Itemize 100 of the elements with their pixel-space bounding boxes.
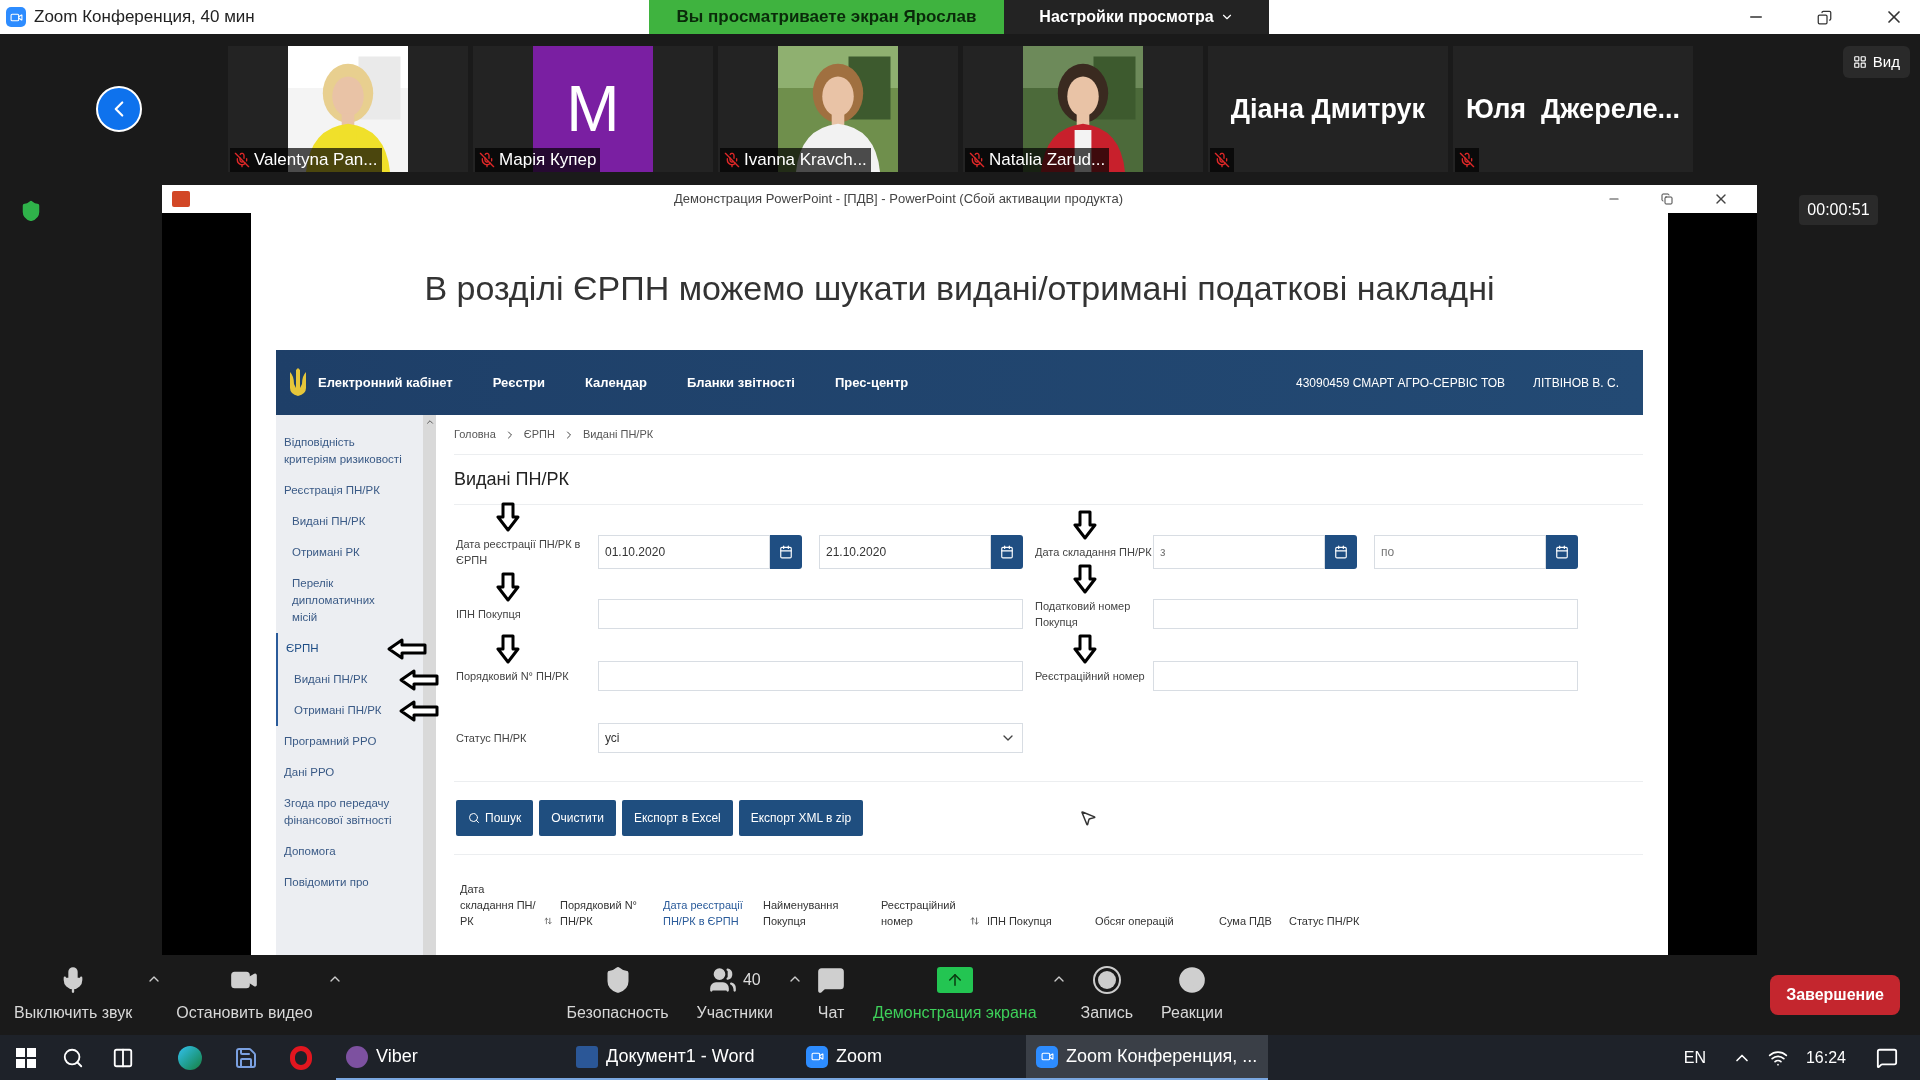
sidebar-item[interactable]: Згода про передачу фінансової звітності (284, 795, 403, 829)
sidebar-item[interactable]: Реєстрація ПН/РК (284, 482, 380, 499)
clock[interactable]: 16:24 (1805, 1045, 1846, 1070)
portal-brand[interactable]: Електронний кабінет (318, 372, 453, 393)
breadcrumb-link[interactable]: Головна (454, 426, 496, 443)
sidebar-item[interactable]: Отримані РК (292, 544, 360, 561)
field-label: ІПН Покупця (456, 607, 521, 622)
text-field[interactable] (598, 661, 1023, 691)
video-camera-icon (1036, 1045, 1058, 1068)
scrollbar[interactable] (423, 415, 436, 955)
participant-name: Ivanna Kravch... (744, 149, 867, 172)
nav-link[interactable]: Реєстри (492, 372, 545, 393)
action-button[interactable]: Пошук (456, 800, 534, 836)
column-header[interactable]: Статус ПН/РК (1289, 913, 1360, 929)
participant-name: Діана Дмитрук (1230, 92, 1426, 126)
nav-link[interactable]: Календар (585, 372, 647, 393)
toolbar-button[interactable]: Чат (803, 965, 860, 1025)
sidebar-item[interactable]: Видані ПН/РК (292, 513, 366, 530)
toolbar-button[interactable]: 40 Участники (682, 965, 788, 1025)
view-button[interactable]: Вид (1842, 46, 1910, 78)
windows-logo-icon[interactable] (16, 1047, 36, 1068)
toolbar-button[interactable]: Реакции (1147, 965, 1237, 1025)
toolbar-button[interactable]: Выключить звук (0, 965, 147, 1025)
column-header[interactable]: Реєстраційний номер (881, 897, 966, 929)
column-header[interactable]: Сума ПДВ (1219, 913, 1272, 929)
breadcrumb-link[interactable]: ЄРПН (523, 426, 555, 443)
sidebar-item[interactable]: Отримані ПН/РК (294, 702, 382, 719)
date-field[interactable]: 21.10.2020 (819, 535, 991, 569)
sidebar-item[interactable]: ЄРПН (286, 640, 319, 657)
mouse-cursor-icon (1079, 809, 1098, 827)
toolbar-button[interactable]: Остановить видео (162, 965, 327, 1025)
share-screen-icon (936, 967, 973, 993)
search-icon[interactable] (62, 1046, 84, 1069)
participant-tile[interactable]: Natalia Zarud... (963, 46, 1203, 172)
toolbar-button[interactable]: Демонстрация экрана (859, 965, 1051, 1025)
trident-icon (288, 367, 308, 398)
end-meeting-button[interactable]: Завершение (1770, 975, 1900, 1015)
status-select[interactable]: усі (598, 723, 1023, 753)
page-heading: Видані ПН/РК (454, 468, 569, 491)
column-header[interactable]: Дата складання ПН/РК (460, 881, 540, 929)
field-label: Реєстраційний номер (1035, 669, 1145, 684)
sidebar-item[interactable]: Перелік дипломатичних місій (292, 575, 403, 626)
participant-tile[interactable]: Юля Джереле... (1453, 46, 1693, 172)
column-header[interactable]: Порядковий N° ПН/РК (560, 897, 655, 929)
field-label: Дата реєстрації ПН/РК в ЄРПН (456, 537, 582, 568)
calendar-button[interactable] (1325, 535, 1357, 569)
text-field[interactable] (1153, 661, 1578, 691)
participant-tile[interactable]: Діана Дмитрук (1208, 46, 1448, 172)
text-field[interactable] (598, 599, 1023, 629)
calendar-button[interactable] (770, 535, 802, 569)
scroll-up-icon[interactable] (424, 417, 435, 427)
calendar-icon (779, 545, 793, 559)
participant-tile[interactable]: M Марія Купер (473, 46, 713, 172)
meeting-timer: 00:00:51 (1799, 195, 1878, 225)
window-title: Zoom Конференция, 40 мин (34, 6, 255, 29)
sidebar-item[interactable]: Програмний РРО (284, 733, 377, 750)
people-icon (708, 966, 737, 994)
column-header[interactable]: Найменування Покупця (763, 897, 873, 929)
nav-link[interactable]: Прес-центр (835, 372, 909, 393)
column-header[interactable]: Обсяг операцій (1095, 913, 1174, 929)
breadcrumb-link[interactable]: Видані ПН/РК (582, 426, 654, 443)
language-indicator[interactable]: EN (1683, 1045, 1706, 1070)
participant-tile[interactable]: Ivanna Kravch... (718, 46, 958, 172)
opera-icon[interactable] (290, 1045, 312, 1070)
column-header[interactable]: ІПН Покупця (987, 913, 1052, 929)
date-field[interactable]: по (1374, 535, 1546, 569)
action-button[interactable]: Очистити (539, 800, 616, 836)
restore-icon[interactable] (1817, 9, 1832, 25)
slide-title: В розділі ЄРПН можемо шукати видані/отримані податкові накладні (424, 268, 1495, 309)
back-button[interactable] (96, 86, 142, 132)
view-settings-button[interactable]: Настройки просмотра (1004, 0, 1269, 34)
speech-bubble-icon (817, 966, 846, 994)
user-name[interactable]: ЛІТВІНОВ В. С. (1533, 373, 1619, 392)
taskbar-app[interactable]: Zoom Конференция, ... (1026, 1035, 1268, 1080)
search-icon (468, 812, 480, 824)
sidebar-item[interactable]: Дані РРО (284, 764, 335, 781)
toolbar-button[interactable]: Безопасность (552, 965, 683, 1025)
date-field[interactable]: з (1153, 535, 1325, 569)
sidebar-item[interactable]: Відповідність критеріям ризиковості (284, 434, 403, 468)
sort-icon[interactable] (543, 915, 552, 927)
sidebar-item[interactable]: Видані ПН/РК (294, 671, 368, 688)
column-header[interactable]: Дата реєстрації ПН/РК в ЄРПН (663, 897, 755, 929)
notification-icon[interactable] (1876, 1046, 1898, 1069)
participant-tile[interactable]: Valentyna Pan... (228, 46, 468, 172)
action-button[interactable]: Експорт XML в zip (738, 800, 864, 836)
toolbar-button[interactable]: Запись (1066, 965, 1148, 1025)
sidebar-item[interactable]: Повідомити про (284, 874, 369, 891)
task-view-icon[interactable] (112, 1046, 134, 1069)
text-field[interactable] (1153, 599, 1578, 629)
participant-count: 40 (742, 970, 761, 990)
window-title: Демонстрация PowerPoint - [ПДВ] - PowerPoint (Сбой активации продукта) (674, 190, 1123, 209)
calendar-button[interactable] (1546, 535, 1578, 569)
date-field[interactable]: 01.10.2020 (598, 535, 770, 569)
company-name: 43090459 СМАРТ АГРО-СЕРВІС ТОВ (1296, 374, 1506, 392)
sort-icon[interactable] (969, 915, 979, 927)
shield-icon[interactable] (20, 200, 42, 222)
calendar-button[interactable] (991, 535, 1023, 569)
sidebar-item[interactable]: Допомога (284, 843, 336, 860)
action-button[interactable]: Експорт в Excel (621, 800, 733, 836)
nav-link[interactable]: Бланки звітності (686, 372, 795, 393)
